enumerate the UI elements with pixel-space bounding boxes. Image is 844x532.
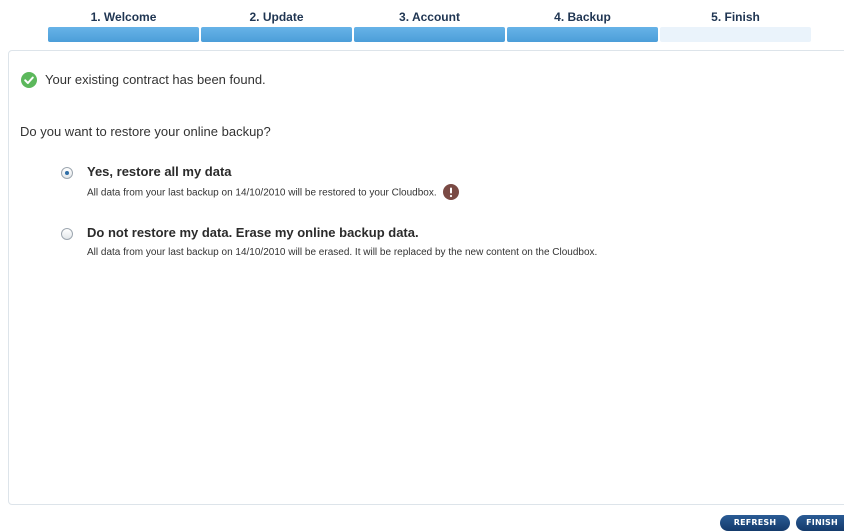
step-label: 1. Welcome <box>90 10 157 24</box>
finish-button[interactable]: FINISH <box>796 515 844 531</box>
step-progress-bar <box>354 27 505 42</box>
status-text: Your existing contract has been found. <box>45 72 266 87</box>
step-label: 4. Backup <box>554 10 611 24</box>
step-progress-bar <box>201 27 352 42</box>
step-label: 5. Finish <box>711 10 760 24</box>
restore-yes-radio[interactable] <box>61 167 73 179</box>
step-update: 2. Update <box>201 9 352 43</box>
step-label: 3. Account <box>399 10 460 24</box>
step-backup: 4. Backup <box>507 9 658 43</box>
step-progress-bar <box>507 27 658 42</box>
restore-no-radio[interactable] <box>61 228 73 240</box>
step-progress-bar <box>660 27 811 42</box>
step-finish: 5. Finish <box>660 9 811 43</box>
radio-selected-dot <box>65 171 69 175</box>
alert-icon[interactable] <box>442 184 459 200</box>
content-panel: Your existing contract has been found. D… <box>8 50 844 505</box>
option-title[interactable]: Yes, restore all my data <box>87 163 232 181</box>
step-account: 3. Account <box>354 9 505 43</box>
restore-question: Do you want to restore your online backu… <box>20 124 271 139</box>
option-title[interactable]: Do not restore my data. Erase my online … <box>87 224 419 242</box>
option-description: All data from your last backup on 14/10/… <box>87 187 437 199</box>
option-description-row: All data from your last backup on 14/10/… <box>87 184 459 201</box>
option-description: All data from your last backup on 14/10/… <box>87 247 598 258</box>
step-label: 2. Update <box>249 10 304 24</box>
wizard-steps: 1. Welcome 2. Update 3. Account 4. Backu… <box>48 9 812 43</box>
check-circle-icon <box>21 72 37 88</box>
step-welcome: 1. Welcome <box>48 9 199 43</box>
step-progress-bar <box>48 27 199 42</box>
refresh-button[interactable]: REFRESH <box>720 515 790 531</box>
